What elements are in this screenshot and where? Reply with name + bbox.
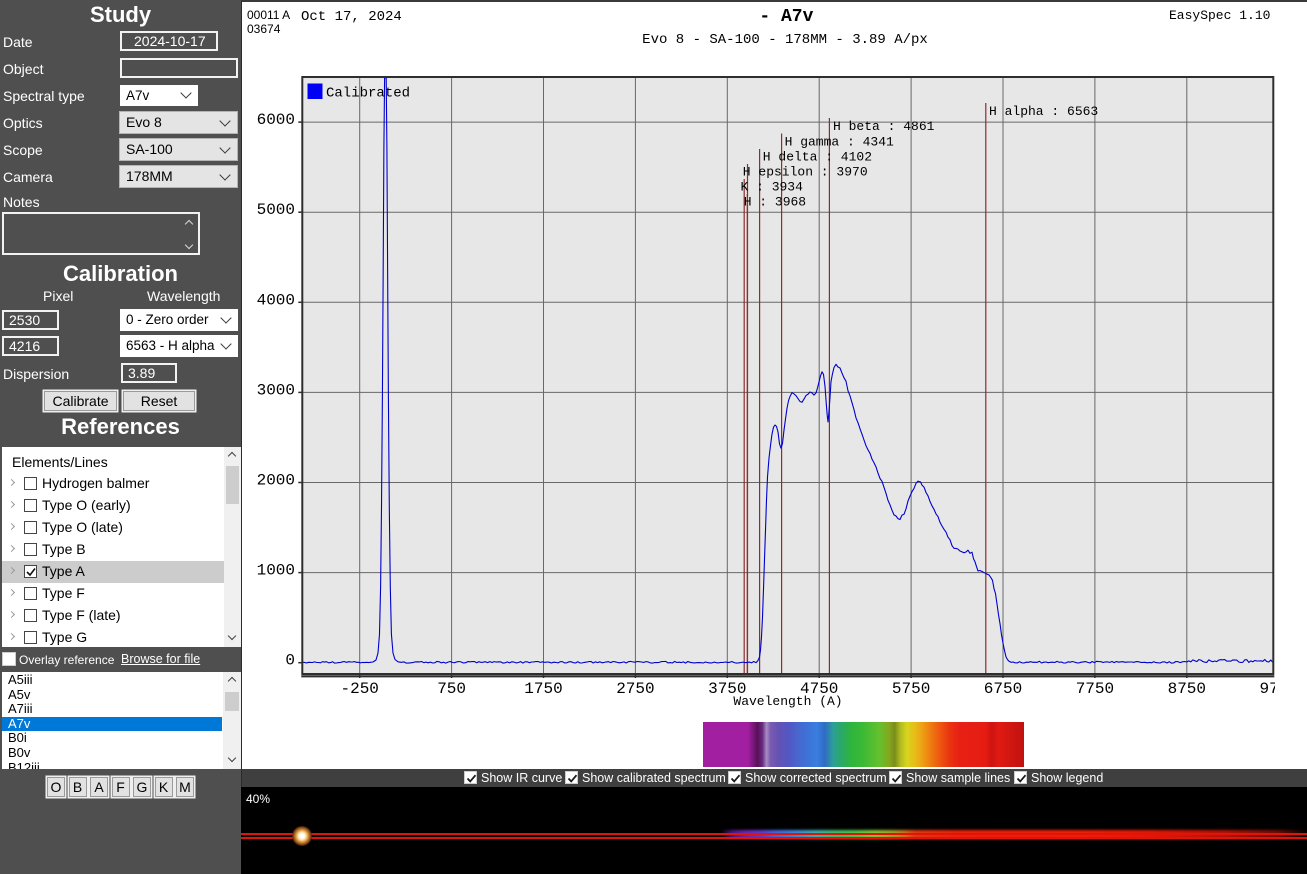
svg-text:9750: 9750 [1259,680,1275,698]
svg-text:5000: 5000 [257,201,295,219]
svg-text:2000: 2000 [257,472,295,490]
svg-text:H : 3968: H : 3968 [744,195,806,210]
svg-text:H delta : 4102: H delta : 4102 [763,150,872,165]
svg-text:H gamma : 4341: H gamma : 4341 [785,135,894,150]
svg-text:8750: 8750 [1168,680,1206,698]
svg-text:Wavelength (A): Wavelength (A) [733,694,842,709]
svg-text:750: 750 [437,680,466,698]
svg-text:1000: 1000 [257,562,295,580]
svg-text:3000: 3000 [257,381,295,399]
svg-text:0: 0 [285,652,295,670]
svg-text:5750: 5750 [892,680,930,698]
svg-text:K : 3934: K : 3934 [741,180,804,195]
svg-text:6750: 6750 [984,680,1022,698]
svg-text:2750: 2750 [616,680,654,698]
svg-text:6000: 6000 [257,111,295,129]
svg-text:H beta : 4861: H beta : 4861 [833,119,935,134]
svg-text:Calibrated: Calibrated [326,86,410,102]
svg-text:7750: 7750 [1076,680,1114,698]
svg-text:H epsilon : 3970: H epsilon : 3970 [743,165,868,180]
svg-text:1750: 1750 [524,680,562,698]
svg-text:-250: -250 [340,680,378,698]
svg-text:4000: 4000 [257,291,295,309]
svg-text:H alpha : 6563: H alpha : 6563 [989,104,1098,119]
